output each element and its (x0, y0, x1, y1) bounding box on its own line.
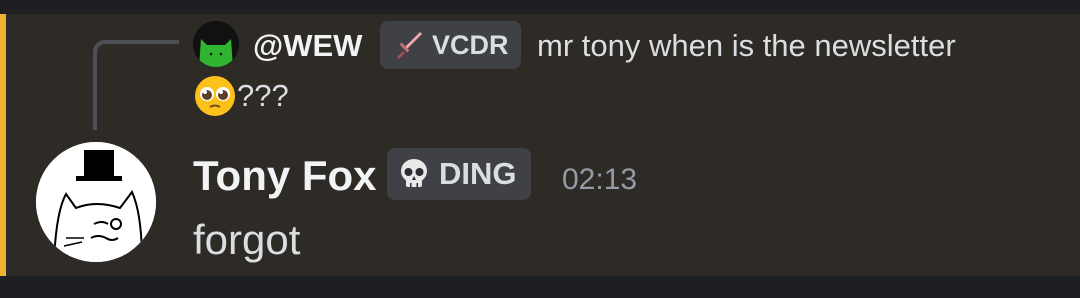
reply-role-tag[interactable]: VCDR (380, 21, 521, 69)
reply-connector (93, 40, 179, 130)
skull-icon (401, 159, 427, 187)
author-role-label: DING (439, 156, 517, 191)
message-content[interactable]: forgot (193, 216, 300, 264)
author-role-tag[interactable]: DING (387, 148, 531, 200)
reply-username[interactable]: @WEW (253, 24, 362, 68)
reply-trailing-text: ??? (237, 78, 289, 113)
mention-highlight-bar (0, 14, 6, 276)
reply-text[interactable]: mr tony when is the newsletter (537, 24, 956, 68)
reply-text-continued: ??? (193, 74, 289, 118)
author-name[interactable]: Tony Fox (193, 152, 377, 200)
sword-icon (397, 32, 422, 59)
pleading-face-emoji (195, 76, 235, 116)
reply-role-label: VCDR (432, 29, 509, 60)
author-avatar[interactable] (36, 142, 156, 262)
reply-avatar[interactable] (193, 21, 239, 67)
message-timestamp[interactable]: 02:13 (562, 160, 637, 200)
